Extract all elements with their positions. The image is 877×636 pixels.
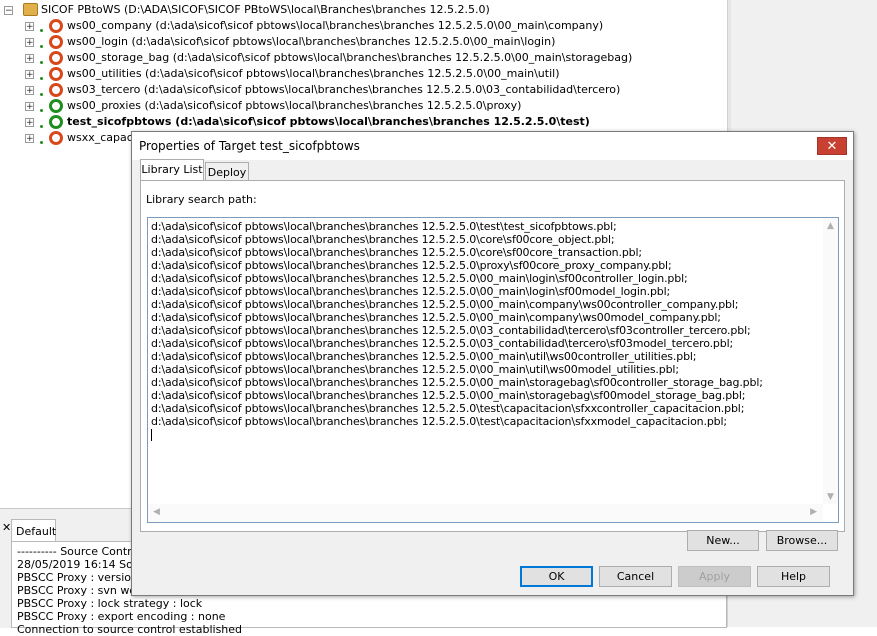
ok-button[interactable]: OK: [520, 566, 593, 587]
text-caret: [151, 429, 152, 441]
library-path-line: d:\ada\sicof\sicof pbtows\local\branches…: [151, 376, 763, 389]
expand-icon[interactable]: +: [25, 86, 34, 96]
tree-item-label: ws00_proxies (d:\ada\sicof\sicof pbtows\…: [67, 99, 522, 112]
library-path-line: d:\ada\sicof\sicof pbtows\local\branches…: [151, 220, 617, 233]
collapse-icon[interactable]: −: [4, 6, 13, 16]
library-path-line: d:\ada\sicof\sicof pbtows\local\branches…: [151, 246, 642, 259]
expand-icon[interactable]: +: [25, 102, 34, 112]
tab-library-list[interactable]: Library List: [140, 159, 204, 181]
tree-item-label: ws00_company (d:\ada\sicof\sicof pbtows\…: [67, 19, 604, 32]
log-line: PBSCC Proxy : export encoding : none: [17, 610, 226, 623]
close-output-icon[interactable]: ✕: [2, 521, 11, 534]
library-path-line: d:\ada\sicof\sicof pbtows\local\branches…: [151, 350, 697, 363]
close-dialog-button[interactable]: ✕: [817, 137, 847, 155]
dialog-titlebar[interactable]: Properties of Target test_sicofpbtows ✕: [132, 132, 853, 160]
expand-icon[interactable]: +: [25, 54, 34, 64]
status-dot-icon: [40, 125, 43, 128]
expand-icon[interactable]: +: [25, 22, 34, 32]
library-path-line: d:\ada\sicof\sicof pbtows\local\branches…: [151, 363, 679, 376]
tree-item[interactable]: + ws00_login (d:\ada\sicof\sicof pbtows\l…: [0, 34, 600, 50]
cancel-button[interactable]: Cancel: [599, 566, 672, 587]
log-line: 28/05/2019 16:14 Sou: [17, 558, 140, 571]
status-dot-icon: [40, 45, 43, 48]
target-icon: [49, 115, 63, 129]
expand-icon[interactable]: +: [25, 38, 34, 48]
library-path-line: d:\ada\sicof\sicof pbtows\local\branches…: [151, 233, 615, 246]
library-path-line: d:\ada\sicof\sicof pbtows\local\branches…: [151, 285, 671, 298]
dialog-title: Properties of Target test_sicofpbtows: [139, 139, 360, 153]
status-dot-icon: [40, 61, 43, 64]
tab-deploy[interactable]: Deploy: [205, 162, 249, 181]
horizontal-scrollbar[interactable]: ◀ ▶: [148, 504, 823, 522]
log-line: Connection to source control established: [17, 623, 243, 636]
target-icon: [49, 35, 63, 49]
path-lines: d:\ada\sicof\sicof pbtows\local\branches…: [151, 220, 822, 441]
library-path-line: d:\ada\sicof\sicof pbtows\local\branches…: [151, 337, 734, 350]
apply-button[interactable]: Apply: [678, 566, 751, 587]
status-dot-icon: [40, 141, 43, 144]
workspace-icon: [23, 3, 38, 16]
browse-button[interactable]: Browse...: [766, 530, 838, 551]
log-line: PBSCC Proxy : version 2: [17, 571, 149, 584]
tree-root-label: SICOF PBtoWS (D:\ADA\SICOF\SICOF PBtoWS\…: [41, 3, 490, 16]
status-dot-icon: [40, 77, 43, 80]
search-path-label: Library search path:: [146, 193, 257, 206]
tree-item-label: ws03_tercero (d:\ada\sicof\sicof pbtows\…: [67, 83, 621, 96]
tree-item[interactable]: + ws00_proxies (d:\ada\sicof\sicof pbtows…: [0, 98, 600, 114]
library-search-path-textarea[interactable]: d:\ada\sicof\sicof pbtows\local\branches…: [147, 217, 839, 523]
library-path-line: d:\ada\sicof\sicof pbtows\local\branches…: [151, 389, 746, 402]
properties-dialog: Properties of Target test_sicofpbtows ✕ …: [131, 131, 854, 596]
log-line: ---------- Source Contro: [17, 545, 139, 558]
target-icon: [49, 19, 63, 33]
library-path-line: d:\ada\sicof\sicof pbtows\local\branches…: [151, 259, 672, 272]
tree-item-label: ws00_storage_bag (d:\ada\sicof\sicof pbt…: [67, 51, 633, 64]
new-button[interactable]: New...: [687, 530, 759, 551]
target-icon: [49, 67, 63, 81]
tree-item[interactable]: + ws00_storage_bag (d:\ada\sicof\sicof pb…: [0, 50, 632, 66]
target-icon: [49, 51, 63, 65]
expand-icon[interactable]: +: [25, 134, 34, 144]
tree-item-label: test_sicofpbtows (d:\ada\sicof\sicof pbt…: [67, 115, 590, 128]
library-path-line: d:\ada\sicof\sicof pbtows\local\branches…: [151, 324, 751, 337]
expand-icon[interactable]: +: [25, 70, 34, 80]
tree-item-label: wsxx_capaci: [67, 131, 136, 144]
vertical-scrollbar[interactable]: ▲ ▼: [823, 218, 838, 504]
status-dot-icon: [40, 93, 43, 96]
tree-item[interactable]: + ws00_company (d:\ada\sicof\sicof pbtows…: [0, 18, 604, 34]
tree-item[interactable]: + ws03_tercero (d:\ada\sicof\sicof pbtows…: [0, 82, 620, 98]
status-dot-icon: [40, 109, 43, 112]
library-path-line: d:\ada\sicof\sicof pbtows\local\branches…: [151, 298, 739, 311]
library-path-line: d:\ada\sicof\sicof pbtows\local\branches…: [151, 415, 727, 428]
library-path-line: d:\ada\sicof\sicof pbtows\local\branches…: [151, 311, 721, 324]
scroll-up-icon[interactable]: ▲: [827, 221, 834, 231]
tree-root[interactable]: − SICOF PBtoWS (D:\ADA\SICOF\SICOF PBtoW…: [0, 2, 560, 18]
target-icon: [49, 83, 63, 97]
library-path-line: d:\ada\sicof\sicof pbtows\local\branches…: [151, 402, 745, 415]
library-path-line: d:\ada\sicof\sicof pbtows\local\branches…: [151, 272, 688, 285]
scroll-right-icon[interactable]: ▶: [810, 507, 817, 517]
tree-item[interactable]: + test_sicofpbtows (d:\ada\sicof\sicof pb…: [0, 114, 600, 130]
target-icon: [49, 99, 63, 113]
log-line: PBSCC Proxy : svn work: [17, 584, 147, 597]
target-icon: [49, 131, 63, 145]
tree-item-label: ws00_utilities (d:\ada\sicof\sicof pbtow…: [67, 67, 560, 80]
scroll-left-icon[interactable]: ◀: [153, 507, 160, 517]
status-dot-icon: [40, 29, 43, 32]
tree-item[interactable]: + ws00_utilities (d:\ada\sicof\sicof pbto…: [0, 66, 600, 82]
tree-item-label: ws00_login (d:\ada\sicof\sicof pbtows\lo…: [67, 35, 556, 48]
expand-icon[interactable]: +: [25, 118, 34, 128]
library-list-panel: Library search path: d:\ada\sicof\sicof …: [140, 180, 845, 532]
scroll-down-icon[interactable]: ▼: [827, 492, 834, 502]
tab-default[interactable]: Default: [11, 519, 56, 541]
log-line: PBSCC Proxy : lock strategy : lock: [17, 597, 203, 610]
help-button[interactable]: Help: [757, 566, 830, 587]
